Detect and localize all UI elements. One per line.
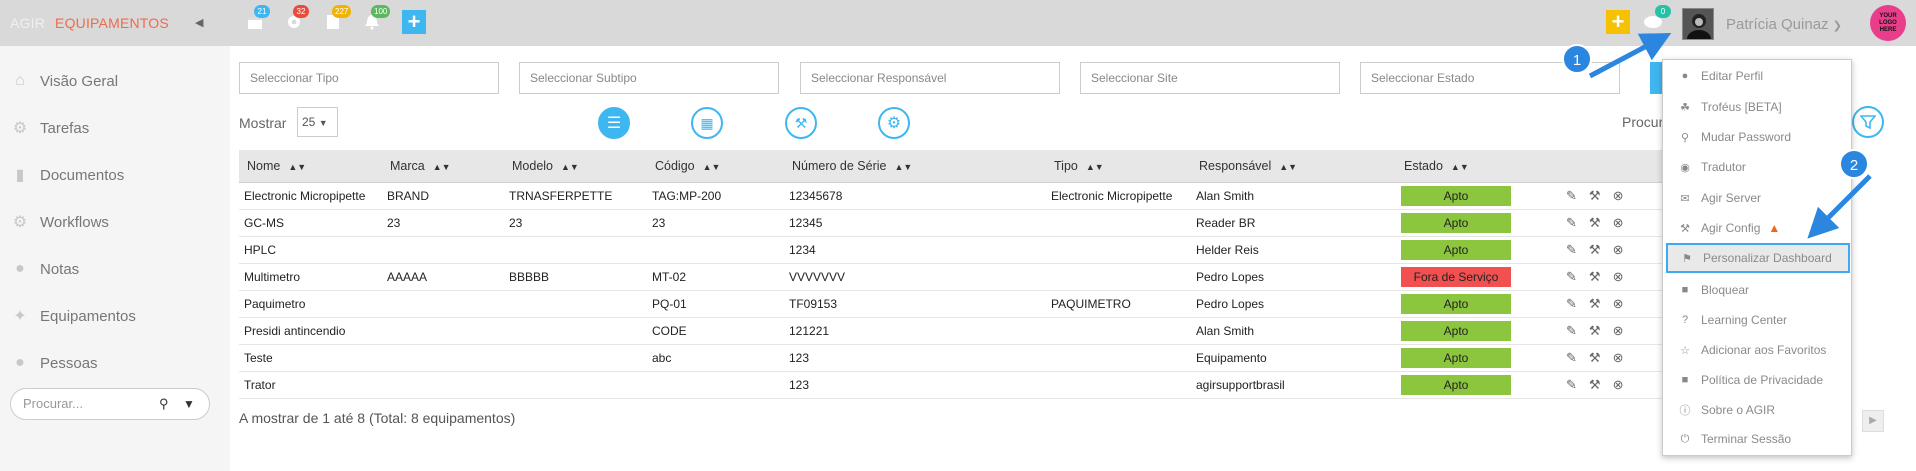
arrow-1 (1588, 32, 1672, 79)
annotation-marker-1: 1 (1562, 44, 1592, 74)
arrow-2 (1807, 174, 1872, 239)
annotation-arrows (1588, 32, 1872, 239)
annotation-marker-2: 2 (1839, 149, 1869, 179)
